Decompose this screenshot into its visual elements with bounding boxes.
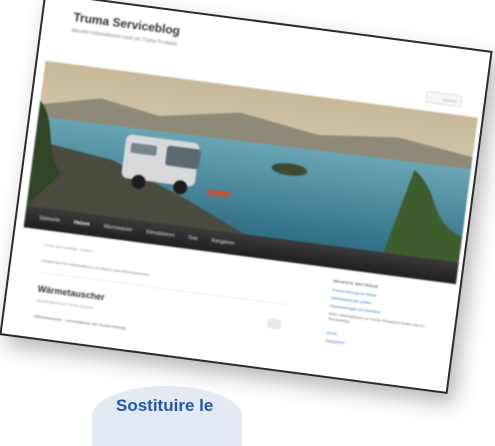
nav-item-gas[interactable]: Gas [188,235,198,242]
badge-text: Sostituire le [116,396,214,415]
nav-item-klimatisieren[interactable]: Klimatisieren [146,229,175,239]
blog-screenshot: Truma Serviceblog Aktuelle Informationen… [0,0,493,395]
post-excerpt: Wärmetauscher – Informationen zur Truma … [33,313,126,331]
language-badge [92,386,242,446]
breadcrumb[interactable]: Truma Serviceblog › Heizen [43,242,93,253]
blog-page: Truma Serviceblog Aktuelle Informationen… [2,0,491,392]
nav-item-startseite[interactable]: Startseite [39,215,61,224]
comment-icon[interactable] [266,317,282,330]
nav-item-warmwasser[interactable]: Warmwasser [103,224,133,234]
sidebar: NEUESTE BEITRÄGE Truma Heizung im Winter… [325,278,443,360]
nav-item-rangieren[interactable]: Rangieren [211,238,235,247]
nav-item-heizen[interactable]: Heizen [73,220,90,228]
search-input[interactable]: Suchen [425,90,463,108]
